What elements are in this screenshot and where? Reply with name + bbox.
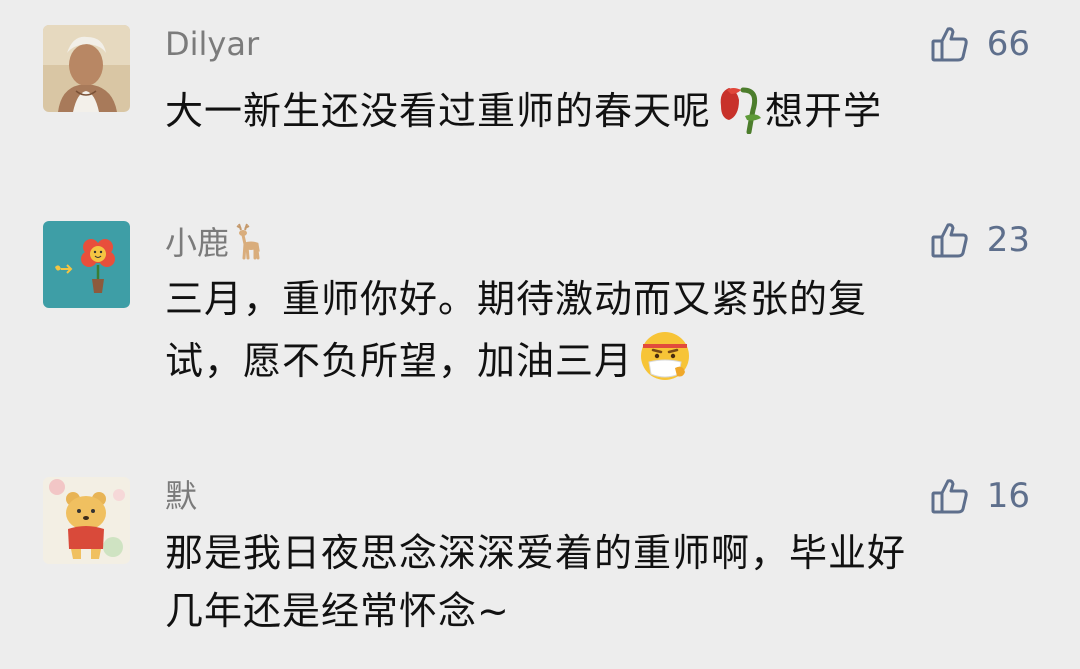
mask-face-icon [641,332,690,380]
commenter-name[interactable]: 默 [165,476,197,516]
comment-item: 默 16 那是我日夜思念深深爱着的重师啊，毕业好 几年还是经常怀念~ [0,452,1080,669]
like-count: 66 [986,24,1030,64]
thumbs-up-icon [931,27,968,62]
commenter-name[interactable]: 小鹿 [165,220,265,263]
wilted-rose-icon [720,87,762,134]
deer-icon [236,223,260,260]
like-button[interactable]: 66 [929,22,1030,66]
thumbs-up-icon [931,223,968,258]
thumbs-up-icon [931,479,968,514]
comment-text: 大一新生还没看过重师的春天呢 想开学 [165,76,1025,140]
comment-item: Dilyar 66 大一新生还没看过重师的春天呢 想开学 [0,0,1080,180]
like-count: 23 [986,220,1030,260]
like-button[interactable]: 16 [929,474,1030,518]
like-button[interactable]: 23 [929,218,1030,262]
comment-item: 小鹿 23 三月，重师你好。期待激动而又紧张的复 试，愿不负所望，加油三月 [0,196,1080,426]
avatar[interactable] [43,221,130,308]
commenter-name[interactable]: Dilyar [165,24,259,64]
comment-text: 三月，重师你好。期待激动而又紧张的复 试，愿不负所望，加油三月 [165,277,868,383]
like-count: 16 [986,476,1030,516]
avatar[interactable] [43,477,130,564]
comment-text: 那是我日夜思念深深爱着的重师啊，毕业好 几年还是经常怀念~ [165,531,907,633]
avatar[interactable] [43,25,130,112]
